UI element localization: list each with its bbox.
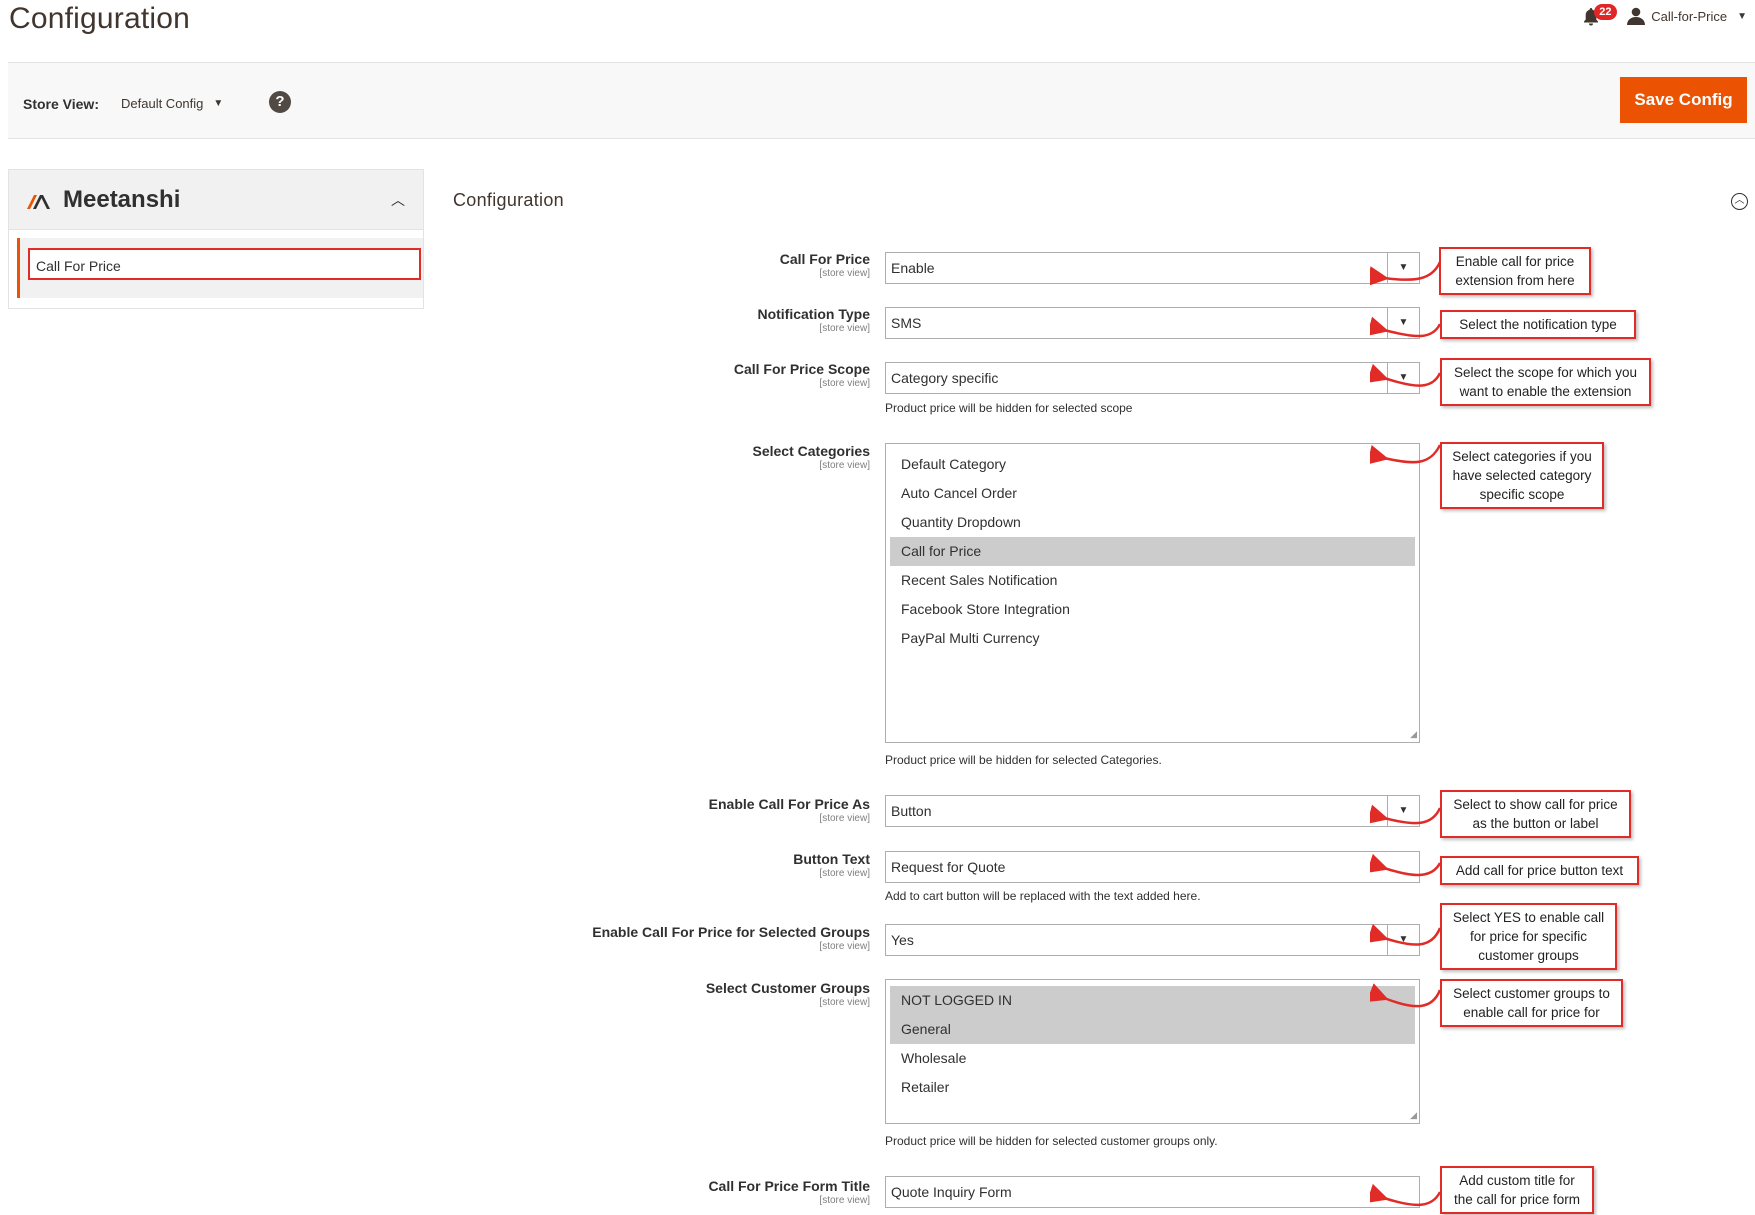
chevron-down-icon: ▼ [213,98,224,109]
arrow-customer-groups [1370,983,1442,1008]
customer-group-option[interactable]: Wholesale [890,1044,1415,1073]
arrow-notification-type [1370,316,1442,338]
category-option[interactable]: Default Category [890,450,1415,479]
select-customer-groups-label: Select Customer Groups [store view] [705,980,870,1008]
notification-type-label: Notification Type [store view] [757,306,870,334]
store-view-label: Store View: [23,96,99,112]
store-view-value: Default Config [121,96,204,111]
call-for-price-label: Call For Price [store view] [779,251,870,279]
category-option[interactable]: Facebook Store Integration [890,595,1415,624]
collapse-section-icon[interactable]: ︿ [1731,193,1748,210]
sidebar: Meetanshi ︿ Call For Price [8,169,424,309]
help-icon[interactable]: ? [269,91,291,113]
button-text-input[interactable] [885,851,1420,883]
category-option[interactable]: Recent Sales Notification [890,566,1415,595]
header-actions: 22 Call-for-Price ▼ [1581,4,1747,28]
category-option-selected[interactable]: Call for Price [890,537,1415,566]
chevron-down-icon: ▼ [1737,10,1747,22]
user-icon [1627,7,1646,25]
callout-call-for-price: Enable call for price extension from her… [1439,247,1591,295]
form-title-input[interactable] [885,1176,1420,1208]
form-title-label: Call For Price Form Title [store view] [708,1178,870,1206]
scope-note: Product price will be hidden for selecte… [885,401,1133,415]
callout-notification-type: Select the notification type [1440,310,1636,339]
customer-groups-multiselect[interactable]: NOT LOGGED IN General Wholesale Retailer… [885,979,1420,1124]
user-menu[interactable]: Call-for-Price ▼ [1627,7,1747,25]
notification-type-select[interactable]: SMS ▼ [885,307,1420,339]
categories-note: Product price will be hidden for selecte… [885,753,1162,767]
notifications-button[interactable]: 22 [1581,4,1617,28]
arrow-enable-as [1370,804,1442,825]
customer-group-option[interactable]: Retailer [890,1073,1415,1102]
callout-customer-groups: Select customer groups to enable call fo… [1440,979,1623,1027]
customer-group-option-selected[interactable]: General [890,1015,1415,1044]
enable-as-select[interactable]: Button ▼ [885,795,1420,827]
brand-name: Meetanshi [63,186,181,213]
call-for-price-scope-select[interactable]: Category specific ▼ [885,362,1420,394]
callout-selected-groups: Select YES to enable call for price for … [1440,903,1617,970]
button-text-label: Button Text [store view] [793,851,870,879]
arrow-scope [1370,363,1442,387]
call-for-price-scope-label: Call For Price Scope [store view] [733,361,870,389]
callout-categories: Select categories if you have selected c… [1440,442,1604,509]
sidebar-group-meetanshi[interactable]: Meetanshi ︿ [9,170,423,230]
sidebar-item-label: Call For Price [28,248,421,280]
arrow-button-text [1370,853,1442,877]
category-option[interactable]: Quantity Dropdown [890,508,1415,537]
section-title[interactable]: Configuration [453,190,564,211]
arrow-call-for-price [1370,261,1442,287]
chevron-up-icon[interactable]: ︿ [391,190,405,210]
category-option[interactable]: PayPal Multi Currency [890,624,1415,653]
save-config-button[interactable]: Save Config [1620,77,1747,123]
selected-groups-select[interactable]: Yes ▼ [885,924,1420,956]
customer-groups-note: Product price will be hidden for selecte… [885,1134,1218,1148]
arrow-form-title [1370,1183,1442,1207]
meetanshi-logo-icon [27,195,50,209]
arrow-categories [1370,444,1442,465]
store-view-bar: Store View: Default Config ▼ ? Save Conf… [8,62,1755,139]
callout-arrows [1370,261,1442,1207]
notification-count-badge: 22 [1594,4,1617,20]
page-title: Configuration [9,2,191,35]
callout-form-title: Add custom title for the call for price … [1440,1166,1594,1214]
category-option[interactable]: Auto Cancel Order [890,479,1415,508]
callout-scope: Select the scope for which you want to e… [1440,358,1651,406]
sidebar-item-call-for-price[interactable]: Call For Price [17,238,423,298]
selected-groups-label: Enable Call For Price for Selected Group… [592,924,870,952]
enable-call-for-price-as-label: Enable Call For Price As [store view] [708,796,870,824]
call-for-price-select[interactable]: Enable ▼ [885,252,1420,284]
button-text-note: Add to cart button will be replaced with… [885,889,1201,903]
callout-button-text: Add call for price button text [1440,856,1639,885]
callout-enable-as: Select to show call for price as the but… [1440,790,1631,838]
select-categories-label: Select Categories [store view] [752,443,871,471]
customer-group-option-selected[interactable]: NOT LOGGED IN [890,986,1415,1015]
store-view-switcher[interactable]: Default Config ▼ [121,96,223,111]
arrow-selected-groups [1370,923,1442,946]
brand-logo: Meetanshi [27,186,180,214]
user-name: Call-for-Price [1651,8,1728,24]
categories-multiselect[interactable]: Default Category Auto Cancel Order Quant… [885,443,1420,743]
